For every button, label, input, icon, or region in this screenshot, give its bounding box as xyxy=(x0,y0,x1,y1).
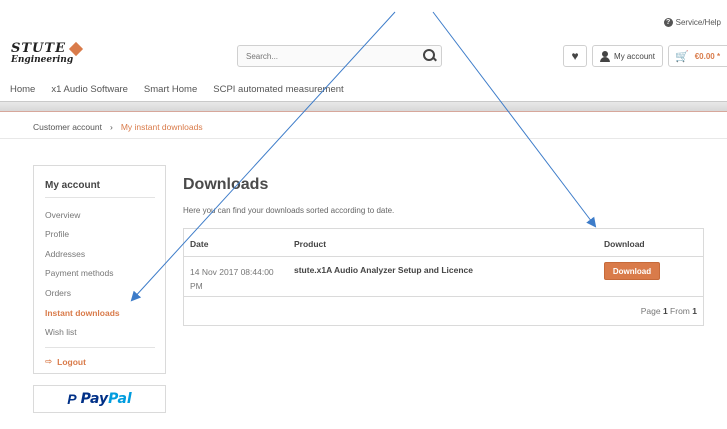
breadcrumb: Customer account › My instant downloads xyxy=(33,122,203,132)
logout-icon: ⇨ xyxy=(45,356,53,366)
header-date: Date xyxy=(190,239,209,249)
question-icon: ? xyxy=(663,18,673,27)
paypal-badge: P PayPal xyxy=(33,385,166,413)
service-help-link[interactable]: ? Service/Help xyxy=(663,18,721,27)
header-product: Product xyxy=(294,239,327,249)
breadcrumb-separator: › xyxy=(109,122,113,132)
wishlist-button[interactable]: ♥ xyxy=(563,45,587,67)
sidebar-item-instant-downloads[interactable]: Instant downloads xyxy=(45,308,120,318)
breadcrumb-customer-account[interactable]: Customer account xyxy=(33,122,102,132)
nav-item-scpi[interactable]: SCPI automated measurement xyxy=(213,84,343,95)
page-subtitle: Here you can find your downloads sorted … xyxy=(183,206,395,215)
cart-button[interactable]: 🛒 €0.00 * xyxy=(668,45,727,67)
breadcrumb-current[interactable]: My instant downloads xyxy=(121,122,203,132)
cart-icon: 🛒 xyxy=(675,50,689,63)
row-product: stute.x1A Audio Analyzer Setup and Licen… xyxy=(294,265,474,275)
logout-link[interactable]: ⇨ Logout xyxy=(45,356,86,367)
logout-label: Logout xyxy=(57,356,86,367)
table-header: Date Product Download xyxy=(184,229,703,257)
breadcrumb-divider xyxy=(0,138,727,139)
pagination: Page 1 From 1 xyxy=(640,306,697,316)
sidebar-item-payment-methods[interactable]: Payment methods xyxy=(45,268,114,278)
pagination-total: 1 xyxy=(692,306,697,316)
downloads-table: Date Product Download 14 Nov 2017 08:44:… xyxy=(183,228,704,326)
logo-text-line2: Engineering xyxy=(11,55,74,65)
sidebar-title: My account xyxy=(45,180,101,191)
nav-item-home[interactable]: Home xyxy=(10,84,35,95)
my-account-button[interactable]: My account xyxy=(592,45,663,67)
sidebar-item-wish-list[interactable]: Wish list xyxy=(45,327,77,337)
pagination-current[interactable]: 1 xyxy=(663,306,668,316)
nav-item-x1-audio-software[interactable]: x1 Audio Software xyxy=(51,84,128,95)
sidebar-item-profile[interactable]: Profile xyxy=(45,229,69,239)
paypal-logo-text: PayPal xyxy=(80,391,132,407)
search-input[interactable] xyxy=(238,51,419,61)
nav-item-smart-home[interactable]: Smart Home xyxy=(144,84,197,95)
logo-text-line1: STUTE xyxy=(11,41,66,56)
download-button[interactable]: Download xyxy=(604,262,660,280)
search-box xyxy=(237,45,442,67)
account-sidebar: My account Overview Profile Addresses Pa… xyxy=(33,165,166,374)
row-date: 14 Nov 2017 08:44:00 PM xyxy=(190,267,274,291)
sidebar-item-orders[interactable]: Orders xyxy=(45,288,71,298)
my-account-label: My account xyxy=(614,51,655,61)
paypal-icon: P xyxy=(67,391,77,407)
nav-bar-strip xyxy=(0,102,727,112)
search-icon[interactable] xyxy=(419,46,441,66)
page-title: Downloads xyxy=(183,176,269,193)
main-nav: Home x1 Audio Software Smart Home SCPI a… xyxy=(10,84,360,95)
sidebar-divider xyxy=(45,197,155,198)
sidebar-divider-bottom xyxy=(45,347,155,348)
header-download: Download xyxy=(604,239,645,249)
sidebar-item-addresses[interactable]: Addresses xyxy=(45,249,85,259)
heart-icon: ♥ xyxy=(571,49,579,63)
site-logo[interactable]: STUTE Engineering xyxy=(11,41,84,65)
table-row: 14 Nov 2017 08:44:00 PM stute.x1A Audio … xyxy=(184,257,703,297)
sidebar-item-overview[interactable]: Overview xyxy=(45,210,80,220)
user-icon xyxy=(600,50,611,62)
logo-diamond-icon xyxy=(68,41,84,56)
service-help-label: Service/Help xyxy=(675,18,721,27)
cart-total: €0.00 * xyxy=(694,51,721,61)
